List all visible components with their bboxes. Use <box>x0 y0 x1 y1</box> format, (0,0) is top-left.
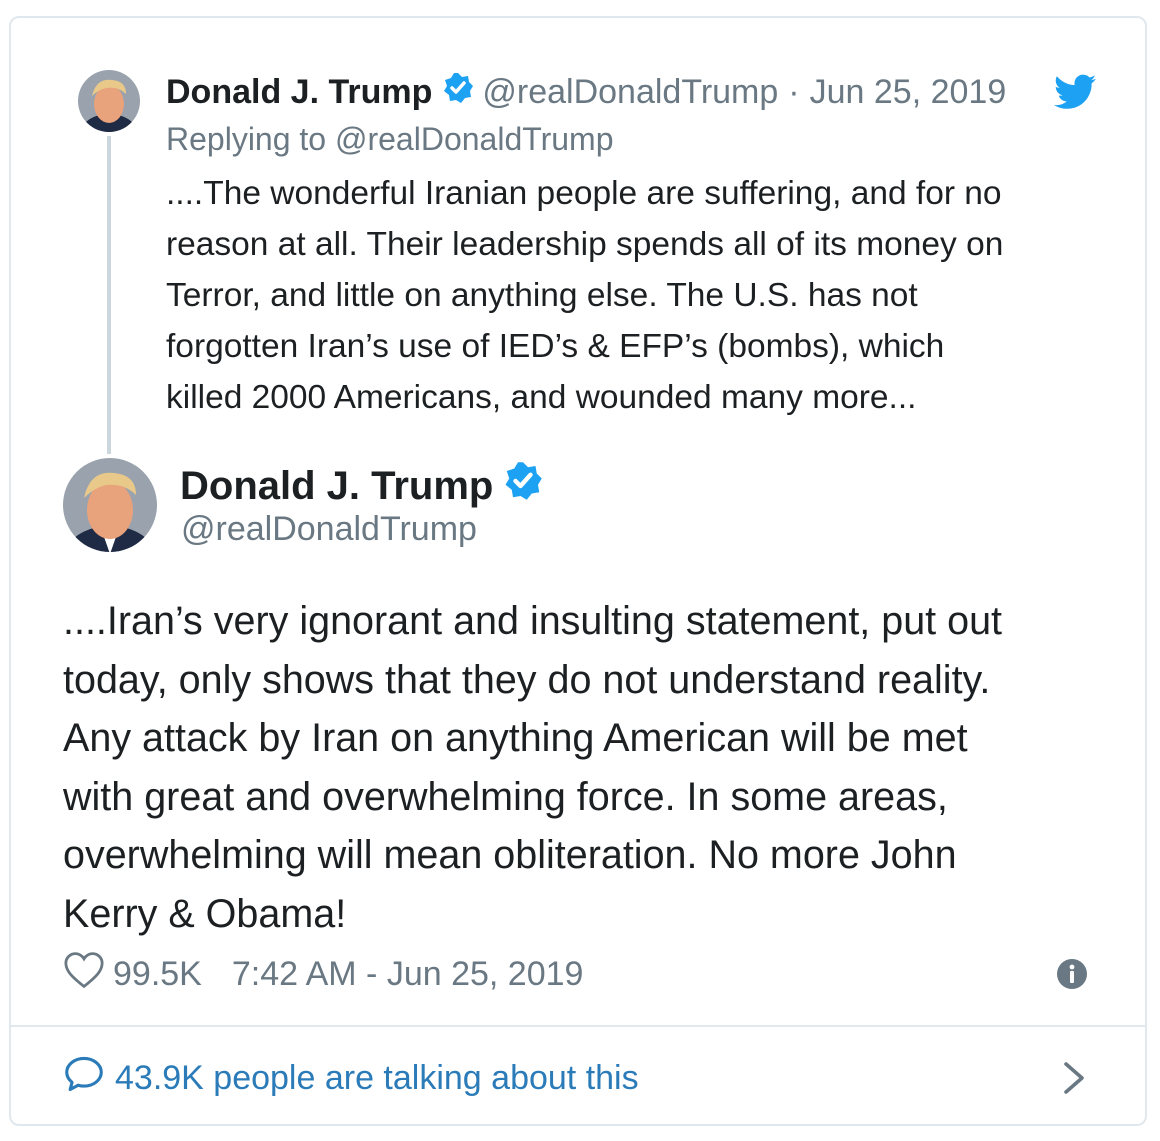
tweet-meta-row: 99.5K 7:42 AM - Jun 25, 2019 <box>63 951 584 998</box>
talking-label[interactable]: 43.9K people are talking about this <box>115 1059 639 1098</box>
main-author-name[interactable]: Donald J. Trump <box>180 464 493 509</box>
header-separator: · <box>788 72 800 111</box>
parent-avatar[interactable] <box>78 70 140 132</box>
main-text-line: ....Iran’s very ignorant and insulting s… <box>63 599 1003 643</box>
parent-author-name[interactable]: Donald J. Trump <box>166 73 432 112</box>
main-avatar[interactable] <box>63 458 157 552</box>
main-author-name-row: Donald J. Trump <box>180 460 551 512</box>
speech-bubble-icon <box>63 1055 115 1102</box>
card-divider <box>11 1025 1145 1027</box>
info-icon[interactable] <box>1056 958 1088 995</box>
parent-text-line: ....The wonderful Iranian people are suf… <box>166 175 1002 212</box>
main-tweet-text: ....Iran’s very ignorant and insulting s… <box>63 592 1103 944</box>
parent-tweet-header: Donald J. Trump @realDonaldTrump · Jun 2… <box>166 70 1006 114</box>
verified-badge-icon <box>442 72 474 113</box>
like-count[interactable]: 99.5K <box>113 955 202 994</box>
main-text-line: Kerry & Obama! <box>63 891 347 936</box>
main-text-line: overwhelming will mean obliteration. No … <box>63 833 957 878</box>
parent-tweet-text: ....The wonderful Iranian people are suf… <box>166 168 1106 423</box>
main-text-line: today, only shows that they do not under… <box>63 657 991 702</box>
parent-text-line: killed 2000 Americans, and wounded many … <box>166 379 917 416</box>
conversation-link[interactable]: 43.9K people are talking about this <box>63 1056 639 1100</box>
main-text-line: Any attack by Iran on anything American … <box>63 716 968 761</box>
parent-text-line: Terror, and little on anything else. The… <box>166 277 918 314</box>
chevron-right-icon[interactable] <box>1062 1060 1086 1101</box>
replying-to-label[interactable]: Replying to @realDonaldTrump <box>166 121 614 158</box>
parent-text-line: reason at all. Their leadership spends a… <box>166 226 1004 263</box>
heart-icon[interactable] <box>63 951 105 998</box>
parent-handle[interactable]: @realDonaldTrump <box>482 73 778 112</box>
main-text-line: with great and overwhelming force. In so… <box>63 774 948 819</box>
twitter-bird-icon[interactable] <box>1054 74 1096 115</box>
main-handle[interactable]: @realDonaldTrump <box>181 510 477 549</box>
parent-date[interactable]: Jun 25, 2019 <box>810 73 1007 112</box>
parent-text-line: forgotten Iran’s use of IED’s & EFP’s (b… <box>166 328 945 365</box>
verified-badge-icon <box>503 461 543 511</box>
tweet-timestamp[interactable]: 7:42 AM - Jun 25, 2019 <box>232 955 584 994</box>
thread-connector-line <box>107 136 111 454</box>
